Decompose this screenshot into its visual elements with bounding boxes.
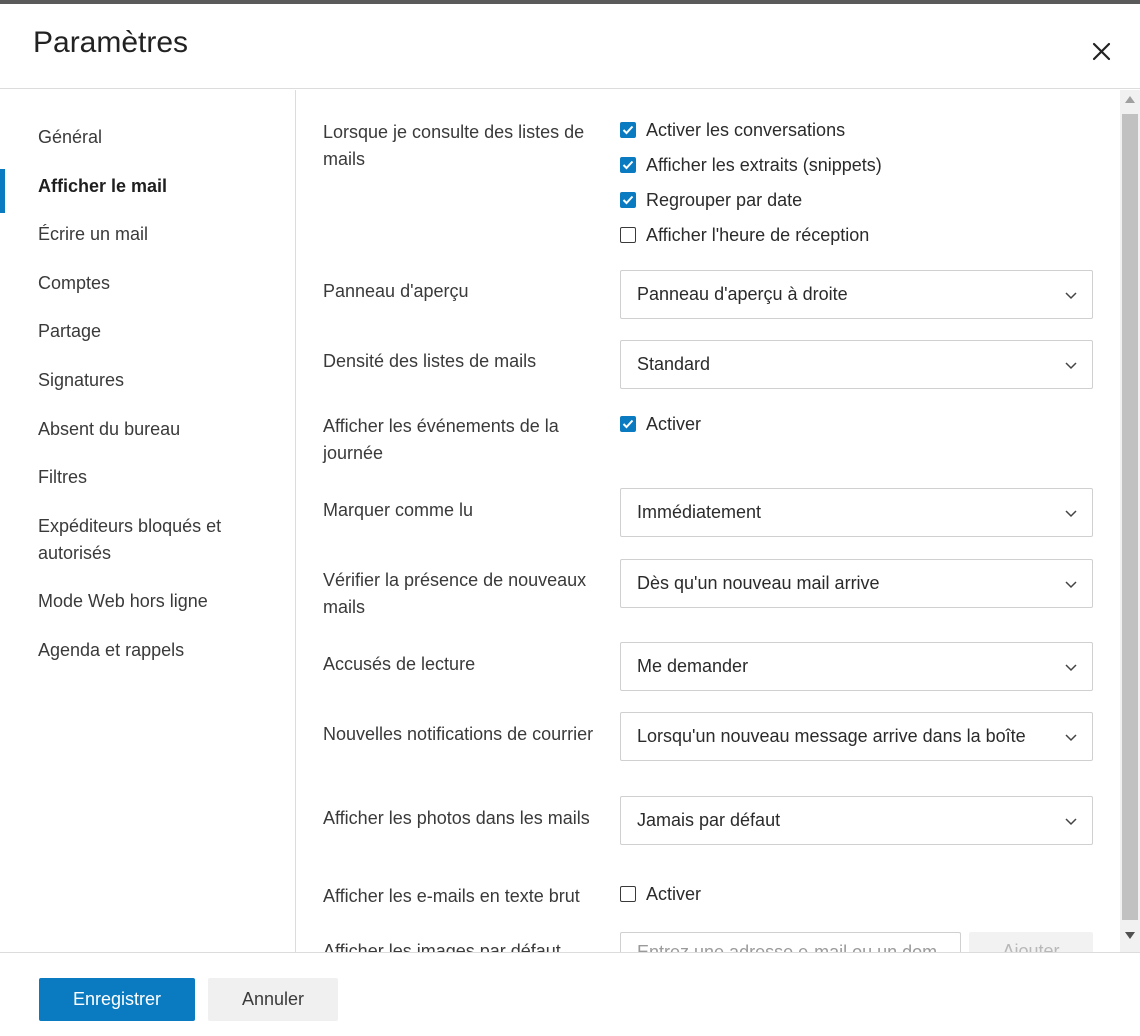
- scroll-down-arrow-icon[interactable]: [1125, 932, 1135, 939]
- density-select[interactable]: Standard: [620, 340, 1093, 389]
- checkbox-unchecked-icon: [620, 227, 636, 243]
- sidebar-item-out-of-office[interactable]: Absent du bureau: [0, 416, 295, 443]
- checkbox-label: Afficher l'heure de réception: [646, 224, 870, 245]
- chevron-down-icon: [1065, 362, 1077, 370]
- sidebar-item-accounts[interactable]: Comptes: [0, 270, 295, 297]
- settings-sidebar: Général Afficher le mail Écrire un mail …: [0, 90, 296, 952]
- settings-content: Lorsque je consulte des listes de mails …: [297, 90, 1119, 952]
- select-value: Jamais par défaut: [637, 810, 781, 830]
- plain-text-checkbox[interactable]: Activer: [620, 882, 701, 906]
- checkbox-checked-icon: [620, 122, 636, 138]
- day-events-checkbox[interactable]: Activer: [620, 412, 701, 436]
- mark-read-select[interactable]: Immédiatement: [620, 488, 1093, 537]
- day-events-label: Afficher les événements de la journée: [323, 416, 559, 463]
- dialog-footer: Enregistrer Annuler: [0, 952, 1140, 1036]
- select-value: Standard: [637, 354, 711, 374]
- dialog-header: Paramètres: [0, 4, 1140, 89]
- select-value: Dès qu'un nouveau mail arrive: [637, 573, 880, 593]
- add-button[interactable]: Ajouter: [969, 932, 1093, 952]
- show-snippets-checkbox[interactable]: Afficher les extraits (snippets): [620, 153, 882, 177]
- mark-read-label: Marquer comme lu: [323, 500, 474, 520]
- select-value: Me demander: [637, 656, 749, 676]
- notifications-select[interactable]: Lorsqu'un nouveau message arrive dans la…: [620, 712, 1093, 761]
- sidebar-item-filters[interactable]: Filtres: [0, 464, 295, 491]
- checkbox-label: Activer les conversations: [646, 119, 846, 140]
- checkbox-label: Activer: [646, 413, 702, 434]
- checkbox-label: Regrouper par date: [646, 189, 803, 210]
- photos-select[interactable]: Jamais par défaut: [620, 796, 1093, 845]
- read-receipts-label: Accusés de lecture: [323, 654, 476, 674]
- checkbox-checked-icon: [620, 416, 636, 432]
- scroll-thumb[interactable]: [1122, 114, 1138, 920]
- checkbox-label: Afficher les extraits (snippets): [646, 154, 882, 175]
- select-value: Panneau d'aperçu à droite: [637, 284, 848, 304]
- chevron-down-icon: [1065, 818, 1077, 826]
- notifications-label: Nouvelles notifications de courrier: [323, 724, 594, 744]
- cancel-button[interactable]: Annuler: [208, 978, 338, 1021]
- default-images-label: Afficher les images par défaut: [323, 941, 561, 952]
- photos-label: Afficher les photos dans les mails: [323, 808, 590, 828]
- close-button[interactable]: [1088, 37, 1116, 65]
- mail-lists-label: Lorsque je consulte des listes de mails: [323, 122, 585, 169]
- check-new-label: Vérifier la présence de nouveaux mails: [323, 570, 587, 617]
- select-value: Lorsqu'un nouveau message arrive dans la…: [637, 726, 1026, 746]
- dialog-title: Paramètres: [33, 26, 189, 59]
- chevron-down-icon: [1065, 664, 1077, 672]
- default-images-input[interactable]: Entrez une adresse e-mail ou un dom: [620, 932, 961, 952]
- sidebar-item-general[interactable]: Général: [0, 124, 295, 151]
- save-button[interactable]: Enregistrer: [39, 978, 195, 1021]
- density-label: Densité des listes de mails: [323, 351, 537, 371]
- scroll-up-arrow-icon[interactable]: [1125, 96, 1135, 103]
- chevron-down-icon: [1065, 581, 1077, 589]
- sidebar-item-blocked-senders[interactable]: Expéditeurs bloqués et autorisés: [0, 513, 260, 567]
- checkbox-checked-icon: [620, 192, 636, 208]
- show-received-time-checkbox[interactable]: Afficher l'heure de réception: [620, 223, 869, 247]
- checkbox-unchecked-icon: [620, 886, 636, 902]
- sidebar-item-compose-mail[interactable]: Écrire un mail: [0, 221, 295, 248]
- sidebar-item-calendar-reminders[interactable]: Agenda et rappels: [0, 637, 295, 664]
- plain-text-label: Afficher les e-mails en texte brut: [323, 886, 580, 906]
- sidebar-item-sharing[interactable]: Partage: [0, 318, 295, 345]
- preview-pane-select[interactable]: Panneau d'aperçu à droite: [620, 270, 1093, 319]
- check-new-select[interactable]: Dès qu'un nouveau mail arrive: [620, 559, 1093, 608]
- group-by-date-checkbox[interactable]: Regrouper par date: [620, 188, 802, 212]
- preview-pane-label: Panneau d'aperçu: [323, 281, 469, 301]
- read-receipts-select[interactable]: Me demander: [620, 642, 1093, 691]
- chevron-down-icon: [1065, 510, 1077, 518]
- close-icon: [1092, 42, 1111, 61]
- chevron-down-icon: [1065, 734, 1077, 742]
- sidebar-item-display-mail[interactable]: Afficher le mail: [0, 169, 295, 213]
- checkbox-label: Activer: [646, 883, 702, 904]
- sidebar-item-signatures[interactable]: Signatures: [0, 367, 295, 394]
- sidebar-item-offline-mode[interactable]: Mode Web hors ligne: [0, 588, 295, 615]
- chevron-down-icon: [1065, 292, 1077, 300]
- select-value: Immédiatement: [637, 502, 762, 522]
- checkbox-checked-icon: [620, 157, 636, 173]
- enable-conversations-checkbox[interactable]: Activer les conversations: [620, 118, 845, 142]
- content-scrollbar[interactable]: [1120, 90, 1140, 952]
